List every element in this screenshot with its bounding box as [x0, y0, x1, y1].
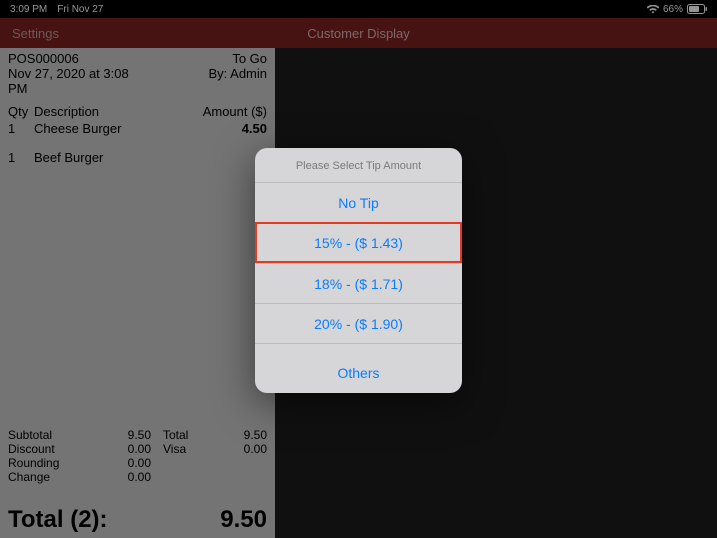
tip-option-others[interactable]: Others — [255, 353, 462, 393]
tip-option-18[interactable]: 18% - ($ 1.71) — [255, 263, 462, 303]
dialog-title: Please Select Tip Amount — [255, 148, 462, 182]
dialog-separator — [255, 343, 462, 353]
tip-option-20[interactable]: 20% - ($ 1.90) — [255, 303, 462, 343]
tip-option-15[interactable]: 15% - ($ 1.43) — [255, 222, 462, 263]
tip-dialog: Please Select Tip Amount No Tip 15% - ($… — [255, 148, 462, 393]
tip-option-none[interactable]: No Tip — [255, 182, 462, 222]
